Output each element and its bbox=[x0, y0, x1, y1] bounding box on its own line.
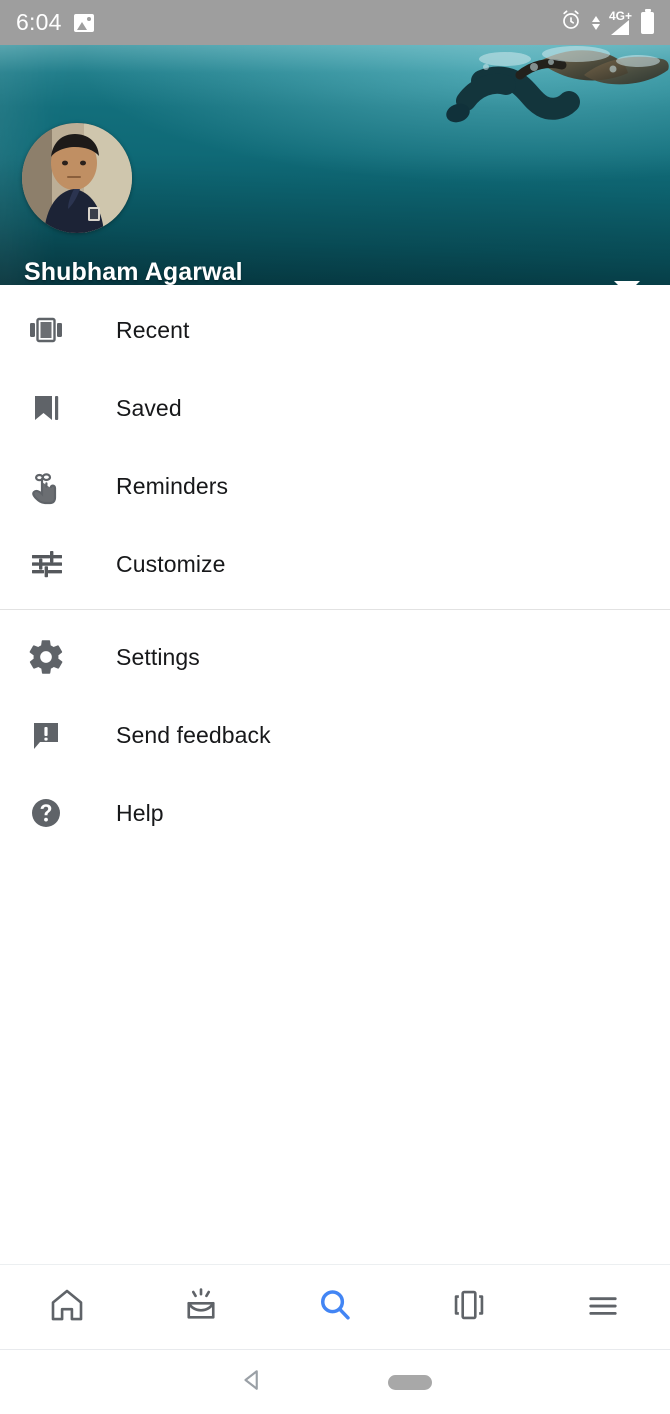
status-bar-clock: 6:04 bbox=[16, 9, 62, 35]
nav-item-search[interactable] bbox=[292, 1264, 378, 1350]
account-name: Shubham Agarwal bbox=[24, 258, 243, 285]
back-triangle-icon[interactable] bbox=[238, 1365, 268, 1400]
help-circle-icon bbox=[24, 791, 68, 835]
search-icon bbox=[314, 1284, 356, 1331]
status-bar-right: 4G+ bbox=[559, 8, 654, 37]
menu-item-recent[interactable]: Recent bbox=[0, 291, 670, 369]
menu-item-label: Saved bbox=[116, 394, 182, 421]
data-transfer-icon bbox=[591, 15, 600, 30]
menu-item-customize[interactable]: Customize bbox=[0, 525, 670, 603]
menu-item-settings[interactable]: Settings bbox=[0, 618, 670, 696]
nav-item-home[interactable] bbox=[24, 1264, 110, 1350]
tune-sliders-icon bbox=[24, 542, 68, 586]
inbox-rays-icon bbox=[180, 1284, 222, 1331]
menu-item-reminders[interactable]: Reminders bbox=[0, 447, 670, 525]
account-header[interactable]: Shubham Agarwal bbox=[0, 45, 670, 285]
nav-item-updates[interactable] bbox=[158, 1264, 244, 1350]
feedback-icon bbox=[24, 713, 68, 757]
menu-divider bbox=[0, 609, 670, 610]
menu-item-label: Help bbox=[116, 799, 164, 826]
menu-item-label: Send feedback bbox=[116, 721, 271, 748]
tabs-carousel-icon bbox=[448, 1284, 490, 1331]
home-pill-icon[interactable] bbox=[388, 1374, 432, 1390]
menu-item-help[interactable]: Help bbox=[0, 774, 670, 852]
finger-string-icon bbox=[24, 464, 68, 508]
avatar[interactable] bbox=[22, 123, 132, 233]
menu-item-label: Reminders bbox=[116, 472, 229, 499]
carousel-icon bbox=[24, 308, 68, 352]
menu-item-send-feedback[interactable]: Send feedback bbox=[0, 696, 670, 774]
navigation-menu: Recent Saved Reminders Customize Setting… bbox=[0, 285, 670, 852]
signal-icon: 4G+ bbox=[609, 10, 632, 35]
nav-item-tabs[interactable] bbox=[426, 1264, 512, 1350]
hamburger-icon bbox=[582, 1284, 624, 1331]
status-bar-left: 6:04 bbox=[16, 9, 94, 36]
menu-item-label: Recent bbox=[116, 316, 190, 343]
photo-icon bbox=[73, 13, 94, 32]
alarm-icon bbox=[559, 8, 583, 37]
status-bar: 6:04 4G+ bbox=[0, 0, 670, 45]
menu-item-label: Customize bbox=[116, 550, 226, 577]
system-navigation-bar bbox=[0, 1350, 670, 1414]
gear-icon bbox=[24, 635, 68, 679]
menu-item-saved[interactable]: Saved bbox=[0, 369, 670, 447]
bottom-navigation-bar bbox=[0, 1264, 670, 1350]
bookmark-icon bbox=[24, 386, 68, 430]
menu-item-label: Settings bbox=[116, 643, 200, 670]
battery-icon bbox=[641, 8, 654, 34]
home-icon bbox=[46, 1284, 88, 1331]
nav-item-more[interactable] bbox=[560, 1264, 646, 1350]
chevron-down-icon[interactable] bbox=[614, 281, 640, 285]
